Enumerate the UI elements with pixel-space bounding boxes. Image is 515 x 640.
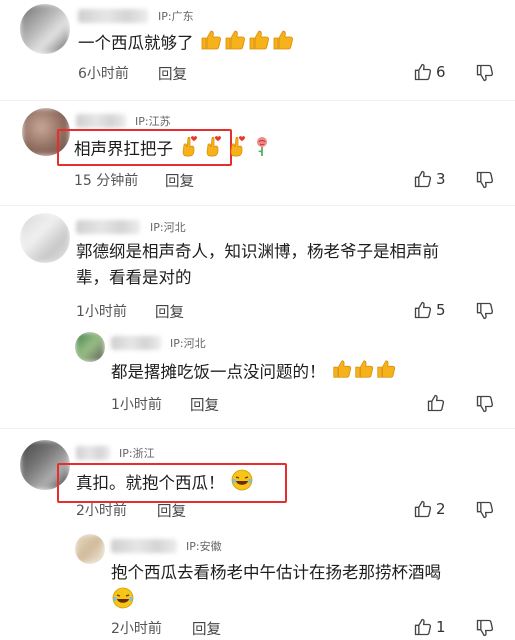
thumbs-up-icon [375,358,397,388]
timestamp: 1小时前 [76,304,127,320]
like-icon[interactable] [413,617,433,640]
username-blurred[interactable] [78,9,148,23]
thumbs-up-icon [331,358,353,388]
reply-button[interactable]: 回复 [192,618,221,639]
reply-button[interactable]: 回复 [155,301,184,322]
comment-1: IP:广东 一个西瓜就够了 6小时前 回复 6 [0,0,515,100]
timestamp: 15 分钟前 [74,173,139,189]
comment-text: 郭德纲是相声奇人，知识渊博，杨老爷子是相声前 辈，看看是对的 [76,239,506,291]
thumbs-up-icon [223,28,247,60]
finger-heart-icon [226,134,250,166]
comment-2: IP:江苏 相声界扛把子 15 分钟前 回复 3 [0,102,515,202]
comment-text-line-1: 郭德纲是相声奇人，知识渊博，杨老爷子是相声前 [76,242,439,261]
reply-button[interactable]: 回复 [165,170,194,191]
ip-location: IP:河北 [150,221,186,234]
comment-text-line-2: 辈，看看是对的 [76,268,192,287]
dislike-icon[interactable] [475,63,495,87]
like-icon[interactable] [413,62,433,86]
ip-location: IP:江苏 [135,115,171,128]
laughing-tears-icon [230,468,254,500]
avatar[interactable] [75,332,105,362]
thumbs-up-icon [247,28,271,60]
comment-text: 相声界扛把子 [74,134,274,166]
divider [0,428,515,429]
avatar[interactable] [20,213,70,263]
like-icon[interactable] [413,499,433,523]
dislike-icon[interactable] [475,301,495,325]
finger-heart-icon [202,134,226,166]
comment-text: 都是撂摊吃饭一点没问题的！ [111,358,397,388]
comment-text-line-1: 抱个西瓜去看杨老中午估计在扬老那捞杯酒喝 [111,563,441,582]
timestamp: 6小时前 [78,66,129,82]
comment-4-reply: IP:河北 都是撂摊吃饭一点没问题的！ 1小时前 回复 [0,328,515,423]
ip-location: IP:安徽 [186,540,222,553]
ip-location: IP:河北 [170,337,206,350]
like-icon[interactable] [413,169,433,193]
thumbs-up-icon [271,28,295,60]
username-blurred[interactable] [111,539,177,553]
ip-location: IP:广东 [158,10,194,23]
timestamp: 1小时前 [111,397,162,413]
timestamp: 2小时前 [111,621,162,637]
dislike-icon[interactable] [475,618,495,640]
laughing-tears-icon [111,586,135,618]
finger-heart-icon [178,134,202,166]
username-blurred[interactable] [76,446,110,460]
divider [0,100,515,101]
like-icon[interactable] [426,393,446,417]
avatar[interactable] [20,4,70,54]
comment-5: IP:浙江 真扣。就抱个西瓜！ 2小时前 回复 2 [0,430,515,530]
username-blurred[interactable] [111,336,161,350]
ip-location: IP:浙江 [119,447,155,460]
username-blurred[interactable] [76,220,140,234]
avatar[interactable] [75,534,105,564]
reply-button[interactable]: 回复 [158,63,187,84]
like-count: 1 [436,618,446,636]
like-count: 2 [436,500,446,518]
username-blurred[interactable] [76,114,126,128]
rose-icon [250,134,274,166]
dislike-icon[interactable] [475,500,495,524]
like-count: 3 [436,170,446,188]
like-icon[interactable] [413,300,433,324]
dislike-icon[interactable] [475,394,495,418]
timestamp: 2小时前 [76,503,127,519]
comment-text: 一个西瓜就够了 [78,28,295,60]
reply-button[interactable]: 回复 [190,394,219,415]
like-count: 5 [436,301,446,319]
comment-6-reply: IP:安徽 抱个西瓜去看杨老中午估计在扬老那捞杯酒喝 2小时前 回复 1 [0,532,515,640]
comment-text: 抱个西瓜去看杨老中午估计在扬老那捞杯酒喝 [111,560,506,618]
comment-3: IP:河北 郭德纲是相声奇人，知识渊博，杨老爷子是相声前 辈，看看是对的 1小时… [0,207,515,327]
divider [0,205,515,206]
comment-text: 真扣。就抱个西瓜！ [76,468,254,500]
like-count: 6 [436,63,446,81]
dislike-icon[interactable] [475,170,495,194]
reply-button[interactable]: 回复 [157,500,186,521]
thumbs-up-icon [199,28,223,60]
thumbs-up-icon [353,358,375,388]
